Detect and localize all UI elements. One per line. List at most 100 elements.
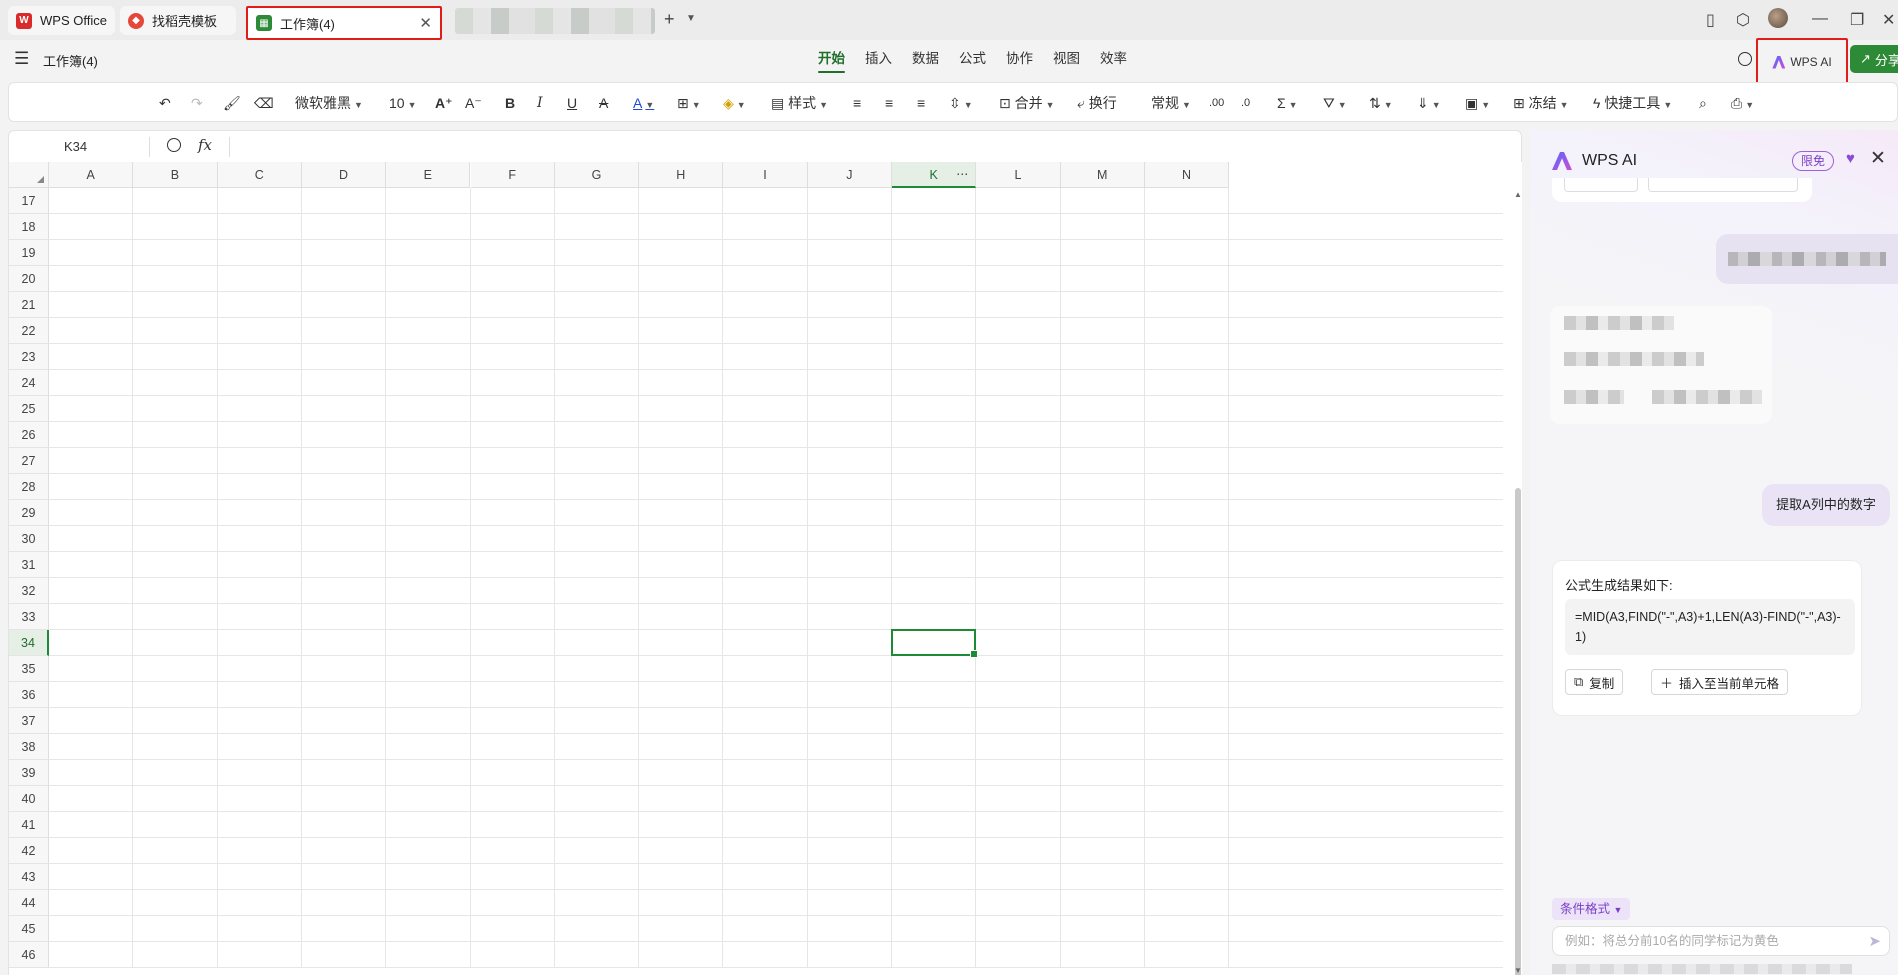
tab-insert[interactable]: 插入 xyxy=(855,49,902,73)
avatar[interactable] xyxy=(1768,8,1788,28)
sort-icon[interactable]: ⇅ ▼ xyxy=(1369,92,1393,114)
increase-decimal-icon[interactable]: .00 xyxy=(1209,92,1224,114)
redo-icon[interactable]: ↷ xyxy=(191,92,203,114)
chevron-down-icon[interactable]: ▼ xyxy=(686,13,696,24)
print-icon[interactable]: ⎙ ▼ xyxy=(1731,92,1754,114)
font-size-select[interactable]: 10 ▼ xyxy=(389,92,417,114)
fill-color-icon[interactable]: ◈ ▼ xyxy=(723,92,746,114)
row-header-20[interactable]: 20 xyxy=(9,266,49,292)
font-color-icon[interactable]: A ▼ xyxy=(633,92,654,114)
row-header-29[interactable]: 29 xyxy=(9,500,49,526)
send-icon[interactable]: ➤ xyxy=(1868,932,1881,950)
freeze-button[interactable]: ⊞ 冻结 ▼ xyxy=(1513,92,1569,114)
minimize-icon[interactable]: — xyxy=(1812,10,1828,28)
row-header-21[interactable]: 21 xyxy=(9,292,49,318)
favorite-icon[interactable]: ♥ xyxy=(1846,150,1855,167)
row-header-41[interactable]: 41 xyxy=(9,812,49,838)
sidebar-toggle-icon[interactable]: ▯ xyxy=(1706,10,1715,30)
fill-icon[interactable]: ⇓ ▼ xyxy=(1417,92,1441,114)
italic-icon[interactable]: I xyxy=(537,92,543,114)
wps-ai-button[interactable]: WPS AI xyxy=(1756,38,1848,86)
close-tab-icon[interactable]: ✕ xyxy=(419,14,432,32)
close-window-icon[interactable]: ✕ xyxy=(1882,10,1895,30)
copy-button[interactable]: ⧉ 复制 xyxy=(1565,669,1624,695)
row-header-18[interactable]: 18 xyxy=(9,214,49,240)
row-header-44[interactable]: 44 xyxy=(9,890,49,916)
tab-data[interactable]: 数据 xyxy=(902,49,949,73)
scroll-up-icon[interactable]: ▲ xyxy=(1514,190,1522,199)
row-header-38[interactable]: 38 xyxy=(9,734,49,760)
select-all-corner[interactable] xyxy=(9,162,49,188)
share-button[interactable]: ↗ 分享 xyxy=(1850,45,1898,73)
eraser-icon[interactable]: ⌫ xyxy=(254,92,274,114)
underline-icon[interactable]: U xyxy=(567,92,577,114)
bold-icon[interactable]: B xyxy=(505,92,515,114)
tab-efficiency[interactable]: 效率 xyxy=(1090,49,1137,73)
zoom-icon[interactable] xyxy=(167,138,181,152)
scrollbar-thumb[interactable] xyxy=(1515,488,1521,975)
row-header-46[interactable]: 46 xyxy=(9,942,49,968)
tab-workbook[interactable]: ▦ 工作簿(4) ✕ xyxy=(246,6,442,40)
previous-action-button[interactable] xyxy=(1648,178,1798,192)
row-header-25[interactable]: 25 xyxy=(9,396,49,422)
row-header-28[interactable]: 28 xyxy=(9,474,49,500)
formula-input[interactable] xyxy=(241,139,1501,157)
new-tab-icon[interactable]: + xyxy=(664,9,675,30)
row-header-34[interactable]: 34 xyxy=(9,630,49,656)
picture-icon[interactable]: ▣ ▼ xyxy=(1465,92,1490,114)
row-header-19[interactable]: 19 xyxy=(9,240,49,266)
close-icon[interactable]: ✕ xyxy=(1870,147,1886,170)
column-header-i[interactable]: I xyxy=(723,162,808,188)
row-header-26[interactable]: 26 xyxy=(9,422,49,448)
row-header-23[interactable]: 23 xyxy=(9,344,49,370)
increase-font-icon[interactable]: A⁺ xyxy=(435,92,453,114)
tab-view[interactable]: 视图 xyxy=(1043,49,1090,73)
function-icon[interactable]: fx xyxy=(198,136,212,154)
tab-formula[interactable]: 公式 xyxy=(949,49,996,73)
row-header-39[interactable]: 39 xyxy=(9,760,49,786)
row-header-32[interactable]: 32 xyxy=(9,578,49,604)
tab-home[interactable]: 开始 xyxy=(808,49,855,73)
active-cell[interactable] xyxy=(891,629,979,658)
align-right-icon[interactable]: ≡ xyxy=(917,92,925,114)
insert-to-cell-button[interactable]: ＋ 插入至当前单元格 xyxy=(1651,669,1789,695)
conditional-format-chip[interactable]: 条件格式 ▼ xyxy=(1552,898,1631,920)
row-header-43[interactable]: 43 xyxy=(9,864,49,890)
row-header-22[interactable]: 22 xyxy=(9,318,49,344)
menu-icon[interactable]: ☰ xyxy=(14,49,29,69)
border-icon[interactable]: ⊞ ▼ xyxy=(677,92,701,114)
cloud-sync-icon[interactable] xyxy=(1738,52,1752,66)
row-header-24[interactable]: 24 xyxy=(9,370,49,396)
column-header-a[interactable]: A xyxy=(49,162,134,188)
row-header-45[interactable]: 45 xyxy=(9,916,49,942)
wrap-text-button[interactable]: ⤶ 换行 xyxy=(1077,92,1117,114)
row-header-40[interactable]: 40 xyxy=(9,786,49,812)
row-header-42[interactable]: 42 xyxy=(9,838,49,864)
row-header-33[interactable]: 33 xyxy=(9,604,49,630)
row-header-17[interactable]: 17 xyxy=(9,188,49,214)
column-header-j[interactable]: J xyxy=(807,162,892,188)
row-header-30[interactable]: 30 xyxy=(9,526,49,552)
column-more-icon[interactable]: ⋯ xyxy=(956,167,968,181)
tab-collaborate[interactable]: 协作 xyxy=(996,49,1043,73)
column-header-c[interactable]: C xyxy=(217,162,302,188)
row-header-27[interactable]: 27 xyxy=(9,448,49,474)
ai-prompt-input[interactable] xyxy=(1553,927,1843,955)
column-header-d[interactable]: D xyxy=(301,162,387,188)
tab-wps-office[interactable]: W WPS Office xyxy=(8,6,115,35)
row-header-31[interactable]: 31 xyxy=(9,552,49,578)
vertical-align-icon[interactable]: ⇳ ▼ xyxy=(949,92,973,114)
align-center-icon[interactable]: ≡ xyxy=(885,92,893,114)
column-header-n[interactable]: N xyxy=(1144,162,1230,188)
column-header-m[interactable]: M xyxy=(1060,162,1145,188)
blurred-tab[interactable] xyxy=(455,8,655,34)
spreadsheet-grid[interactable]: ▲ ▼ A B C D E F G H I J K ⋯ L M N 17 18 19 20 21 22 23 24 25 26 2… xyxy=(8,162,1522,975)
filter-icon[interactable]: ⛛ ▼ xyxy=(1323,92,1347,114)
align-left-icon[interactable]: ≡ xyxy=(853,92,861,114)
row-header-36[interactable]: 36 xyxy=(9,682,49,708)
previous-action-button[interactable] xyxy=(1564,178,1638,192)
decrease-font-icon[interactable]: A⁻ xyxy=(465,92,482,114)
column-header-f[interactable]: F xyxy=(470,162,555,188)
vertical-scrollbar[interactable]: ▲ ▼ xyxy=(1513,188,1522,975)
row-header-37[interactable]: 37 xyxy=(9,708,49,734)
